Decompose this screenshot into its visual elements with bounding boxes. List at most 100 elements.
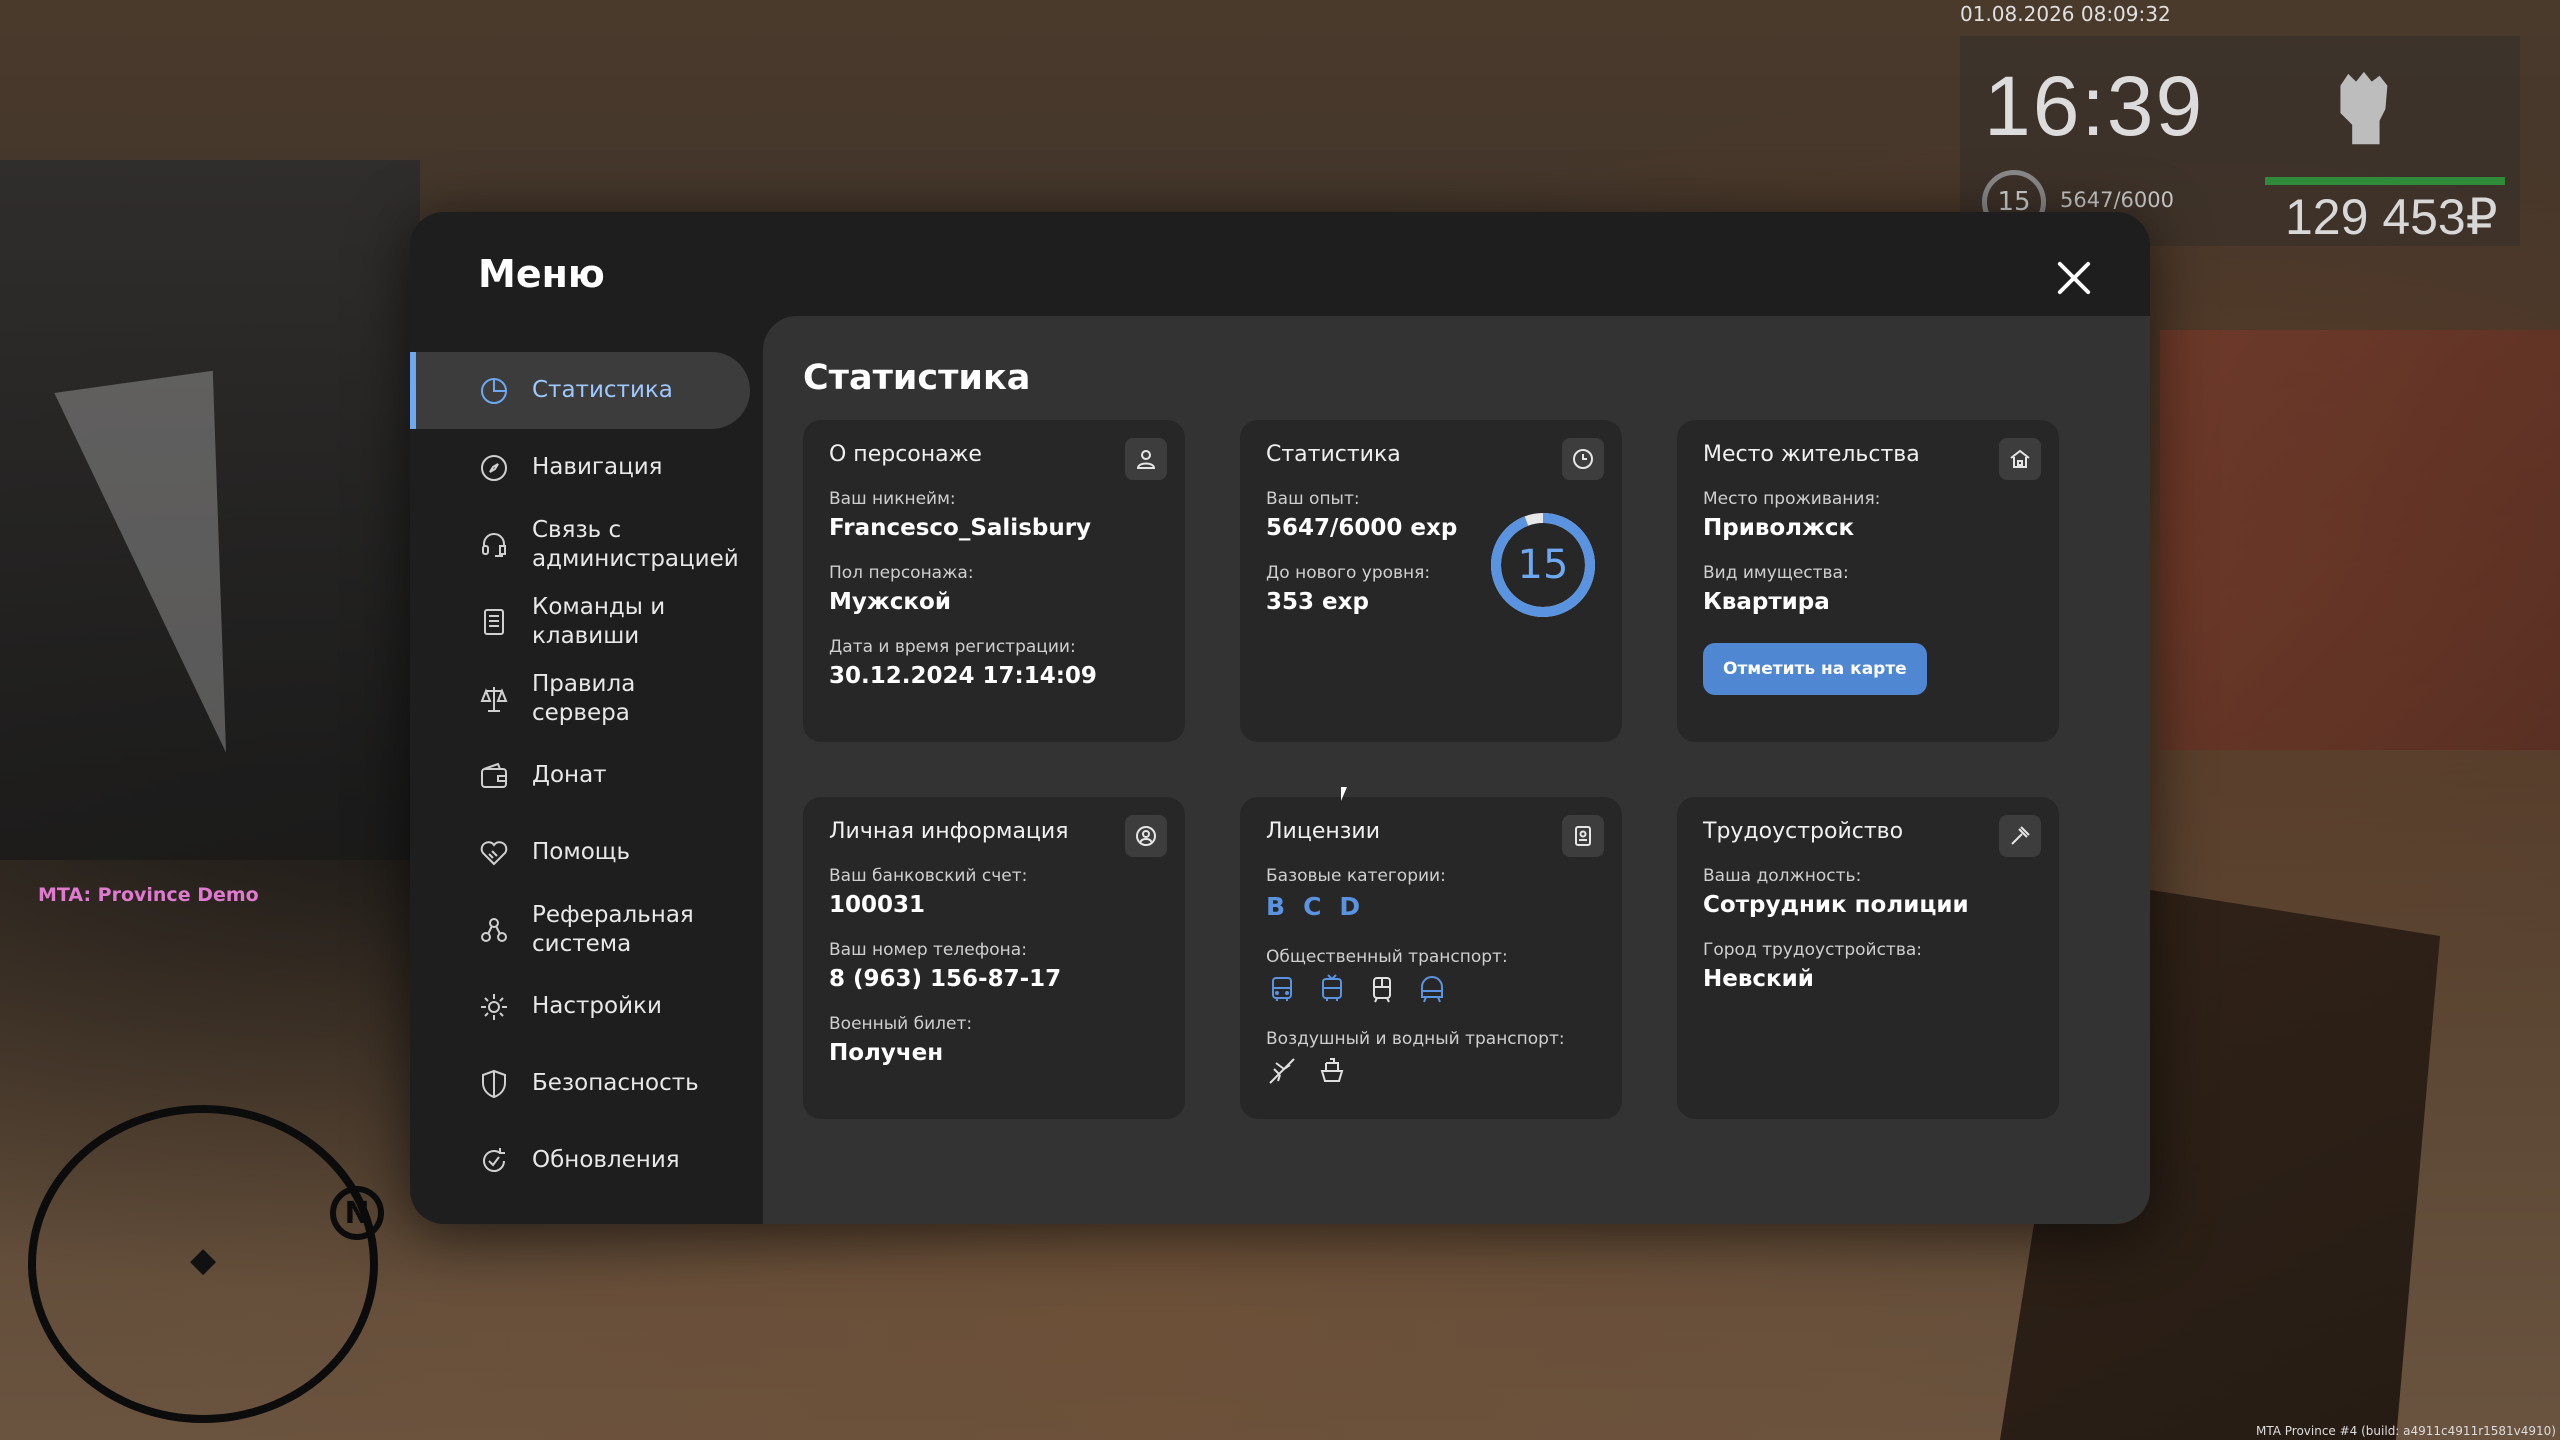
mark-on-map-button[interactable]: Отметить на карте: [1703, 643, 1927, 695]
health-bar: [2265, 177, 2505, 185]
card-title: Статистика: [1266, 442, 1401, 467]
sidebar-item-label: Реферальная система: [532, 901, 694, 957]
hud-clock: 16:39: [1984, 59, 2205, 153]
profile-icon: [1125, 815, 1167, 857]
sidebar-item-label: Обновления: [532, 1147, 680, 1173]
sidebar-item-rules[interactable]: Правила сервера: [410, 660, 750, 737]
menu-title: Меню: [478, 252, 605, 296]
level-number: 15: [1517, 542, 1569, 588]
sidebar-item-settings[interactable]: Настройки: [410, 968, 750, 1045]
metro-icon: [1416, 973, 1448, 1005]
category-d: D: [1339, 892, 1361, 921]
character-card: О персонаже Ваш никнейм: Francesco_Salis…: [803, 420, 1185, 742]
scales-icon: [478, 683, 510, 715]
category-c: C: [1303, 892, 1322, 921]
hud-money: 129 453₽: [2285, 189, 2498, 245]
field-label: Вид имущества:: [1703, 563, 1849, 583]
license-categories: B C D: [1266, 892, 1596, 921]
sidebar-item-label: Помощь: [532, 839, 631, 865]
background-board: [2160, 330, 2560, 750]
mouse-cursor-icon: [1341, 787, 1353, 801]
sidebar-item-label: Донат: [532, 762, 607, 788]
job-city-value: Невский: [1703, 966, 1814, 992]
server-label: MTA: Province Demo: [38, 884, 259, 906]
sidebar-item-commands[interactable]: Команды и клавиши: [410, 583, 750, 660]
headset-icon: [478, 529, 510, 561]
pie-chart-icon: [478, 375, 510, 407]
sidebar-item-admin-contact[interactable]: Связь с администрацией: [410, 506, 750, 583]
wallet-icon: [478, 760, 510, 792]
stats-card: Статистика Ваш опыт: 5647/6000 exp До но…: [1240, 420, 1622, 742]
compass-icon: [478, 452, 510, 484]
bus-icon: [1266, 973, 1298, 1005]
hud-datetime: 01.08.2026 08:09:32: [1960, 2, 2171, 26]
gear-icon: [478, 991, 510, 1023]
user-icon: [1125, 438, 1167, 480]
fist-icon: [2320, 66, 2400, 156]
licenses-card: Лицензии Базовые категории: B C D Общест…: [1240, 797, 1622, 1119]
referral-icon: [478, 914, 510, 946]
tram-icon: [1366, 973, 1398, 1005]
place-value: Приволжск: [1703, 515, 1855, 541]
sidebar-item-updates[interactable]: Обновления: [410, 1122, 750, 1199]
radar-north-icon: N: [330, 1186, 384, 1240]
sidebar-item-label: Навигация: [532, 454, 663, 480]
sidebar-item-label: Связь с администрацией: [532, 516, 739, 572]
close-button[interactable]: [2050, 254, 2098, 302]
sidebar-item-navigation[interactable]: Навигация: [410, 429, 750, 506]
field-label: Ваш никнейм:: [829, 489, 956, 509]
sidebar-item-help[interactable]: Помощь: [410, 814, 750, 891]
boat-icon: [1316, 1055, 1348, 1087]
hammer-icon: [1999, 815, 2041, 857]
field-label: Общественный транспорт:: [1266, 947, 1508, 967]
air-water-transport-icons: [1266, 1055, 1596, 1087]
field-label: Ваш банковский счет:: [829, 866, 1028, 886]
list-icon: [478, 606, 510, 638]
clock-icon: [1562, 438, 1604, 480]
property-type-value: Квартира: [1703, 589, 1830, 615]
player-marker-icon: ◆: [190, 1240, 217, 1280]
trolleybus-icon: [1316, 973, 1348, 1005]
category-b: B: [1266, 892, 1286, 921]
sidebar-item-label: Настройки: [532, 993, 662, 1019]
sidebar-item-label: Команды и клавиши: [532, 593, 666, 649]
residence-card: Место жительства Место проживания: Приво…: [1677, 420, 2059, 742]
field-label: Ваш номер телефона:: [829, 940, 1027, 960]
shield-icon: [478, 1068, 510, 1100]
plane-icon: [1266, 1055, 1298, 1087]
field-label: Базовые категории:: [1266, 866, 1446, 886]
card-title: Трудоустройство: [1703, 819, 1904, 844]
sidebar-item-statistics[interactable]: Статистика: [410, 352, 750, 429]
job-card: Трудоустройство Ваша должность: Сотрудни…: [1677, 797, 2059, 1119]
field-label: Ваша должность:: [1703, 866, 1862, 886]
sidebar-item-label: Безопасность: [532, 1070, 699, 1096]
field-label: Военный билет:: [829, 1014, 973, 1034]
hud-exp: 5647/6000: [2060, 188, 2174, 212]
field-label: Ваш опыт:: [1266, 489, 1360, 509]
sidebar-item-security[interactable]: Безопасность: [410, 1045, 750, 1122]
sidebar: Статистика Навигация Связь с администрац…: [410, 352, 750, 1199]
page-title: Статистика: [803, 358, 1031, 398]
card-title: Лицензии: [1266, 819, 1381, 844]
sidebar-item-label: Правила сервера: [532, 670, 636, 726]
public-transport-icons: [1266, 973, 1596, 1005]
sidebar-item-donate[interactable]: Донат: [410, 737, 750, 814]
build-info: MTA Province #4 (build: a4911c4911r1581v…: [2255, 1424, 2556, 1438]
card-title: О персонаже: [829, 442, 982, 467]
home-icon: [1999, 438, 2041, 480]
gender-value: Мужской: [829, 589, 951, 615]
military-id-value: Получен: [829, 1040, 944, 1066]
field-label: Место проживания:: [1703, 489, 1881, 509]
bank-account-value: 100031: [829, 892, 926, 918]
handshake-icon: [478, 837, 510, 869]
id-card-icon: [1562, 815, 1604, 857]
card-title: Место жительства: [1703, 442, 1920, 467]
card-title: Личная информация: [829, 819, 1069, 844]
sidebar-item-referral[interactable]: Реферальная система: [410, 891, 750, 968]
content-panel: Статистика О персонаже Ваш никнейм: Fran…: [763, 316, 2150, 1224]
position-value: Сотрудник полиции: [1703, 892, 1969, 918]
field-label: Дата и время регистрации:: [829, 637, 1076, 657]
refresh-icon: [478, 1145, 510, 1177]
registration-value: 30.12.2024 17:14:09: [829, 663, 1097, 689]
sidebar-item-label: Статистика: [532, 377, 673, 403]
